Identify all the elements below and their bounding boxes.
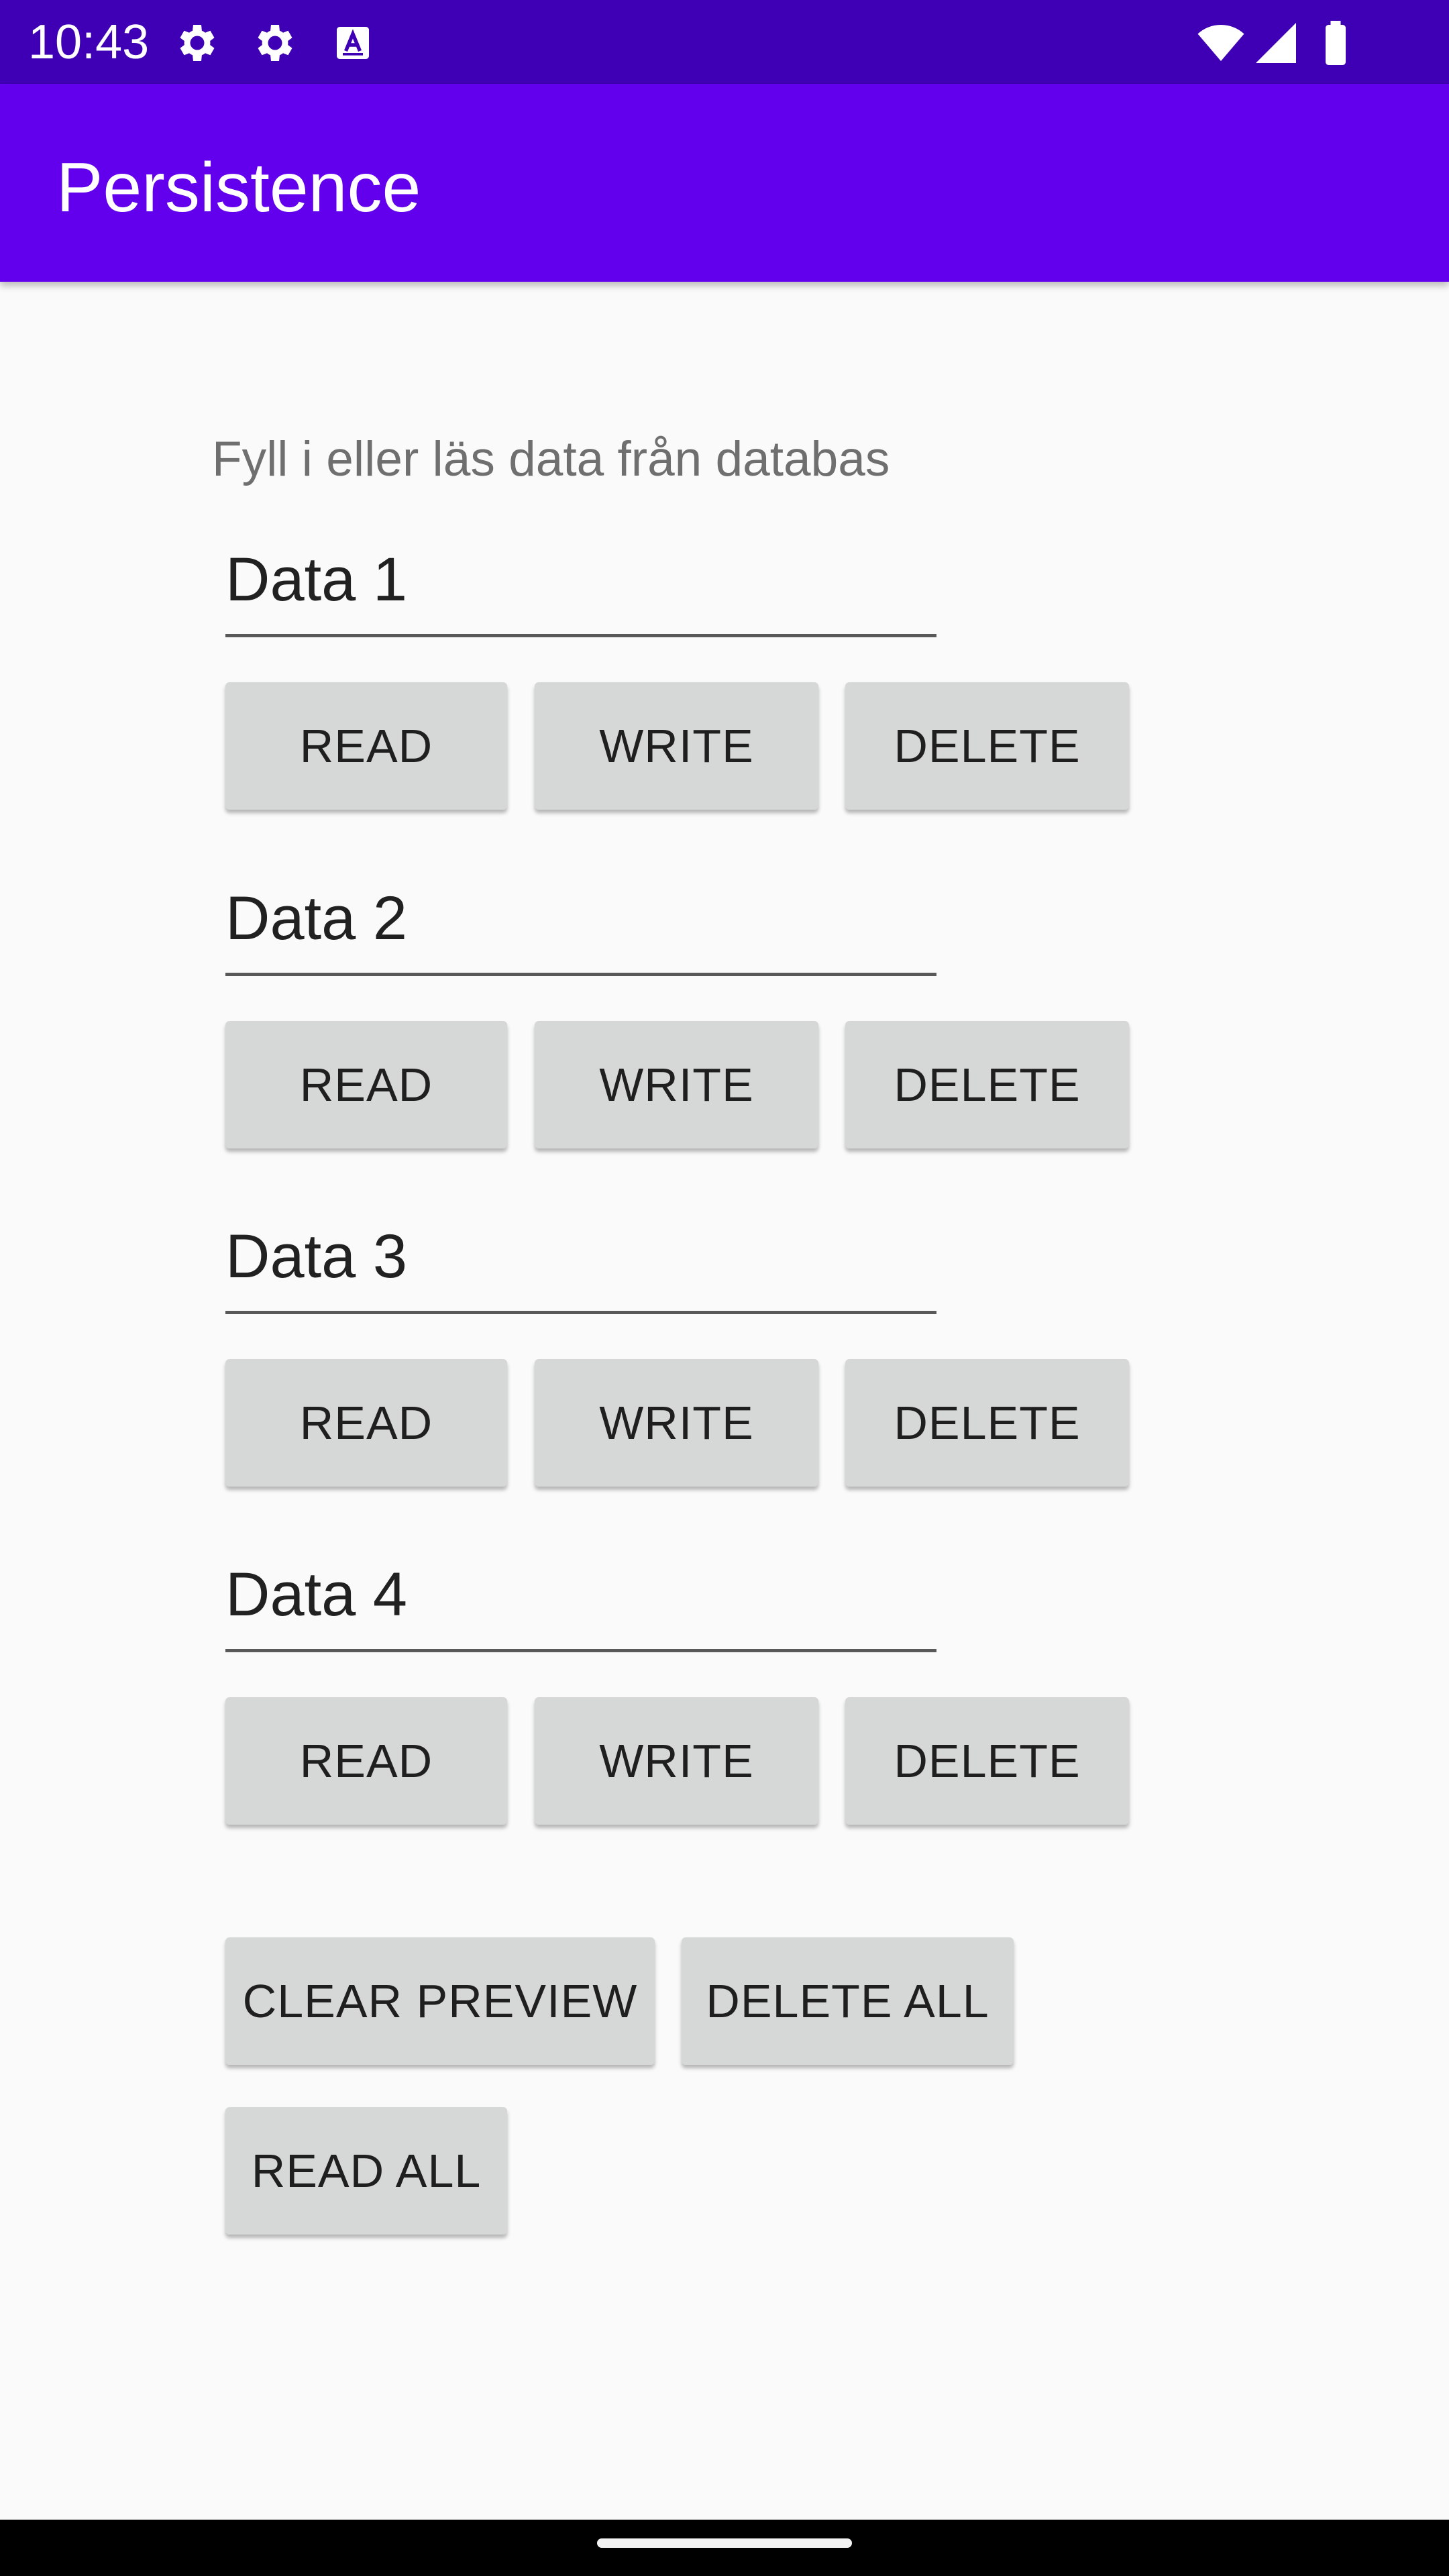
read-all-button[interactable]: READ ALL: [225, 2107, 507, 2235]
app-title: Persistence: [56, 149, 421, 227]
gear-icon: [258, 25, 292, 61]
write-button-4[interactable]: WRITE: [535, 1697, 818, 1825]
delete-button-2[interactable]: DELETE: [845, 1021, 1129, 1148]
home-gesture-handle[interactable]: [597, 2538, 852, 2548]
screen: 10:43 Persistence Fyll i eller läs data …: [0, 0, 1449, 2576]
navigation-bar: [0, 2520, 1449, 2576]
gear-icon: [180, 25, 215, 61]
data-field-4[interactable]: Data 4: [225, 1560, 936, 1652]
data-field-3[interactable]: Data 3: [225, 1222, 936, 1314]
app-bar: Persistence: [0, 84, 1449, 282]
text-a-icon: [337, 27, 369, 59]
delete-button-4[interactable]: DELETE: [845, 1697, 1129, 1825]
read-button-2[interactable]: READ: [225, 1021, 507, 1148]
data-field-4-value: Data 4: [225, 1560, 408, 1629]
signal-icon: [1256, 23, 1296, 63]
write-button-2[interactable]: WRITE: [535, 1021, 818, 1148]
delete-button-1[interactable]: DELETE: [845, 682, 1129, 810]
data-field-3-value: Data 3: [225, 1222, 408, 1291]
status-time: 10:43: [28, 15, 150, 69]
read-button-4[interactable]: READ: [225, 1697, 507, 1825]
battery-icon: [1326, 21, 1346, 65]
data-field-1[interactable]: Data 1: [225, 545, 936, 637]
instruction-text: Fyll i eller läs data från databas: [212, 432, 890, 486]
read-button-3[interactable]: READ: [225, 1359, 507, 1487]
read-button-1[interactable]: READ: [225, 682, 507, 810]
data-field-2[interactable]: Data 2: [225, 884, 936, 976]
status-bar: 10:43: [0, 0, 1449, 84]
data-field-1-value: Data 1: [225, 545, 408, 614]
write-button-1[interactable]: WRITE: [535, 682, 818, 810]
clear-preview-button[interactable]: CLEAR PREVIEW: [225, 1937, 655, 2065]
write-button-3[interactable]: WRITE: [535, 1359, 818, 1487]
data-field-2-value: Data 2: [225, 884, 408, 953]
wifi-icon: [1197, 25, 1244, 61]
delete-all-button[interactable]: DELETE ALL: [682, 1937, 1014, 2065]
delete-button-3[interactable]: DELETE: [845, 1359, 1129, 1487]
